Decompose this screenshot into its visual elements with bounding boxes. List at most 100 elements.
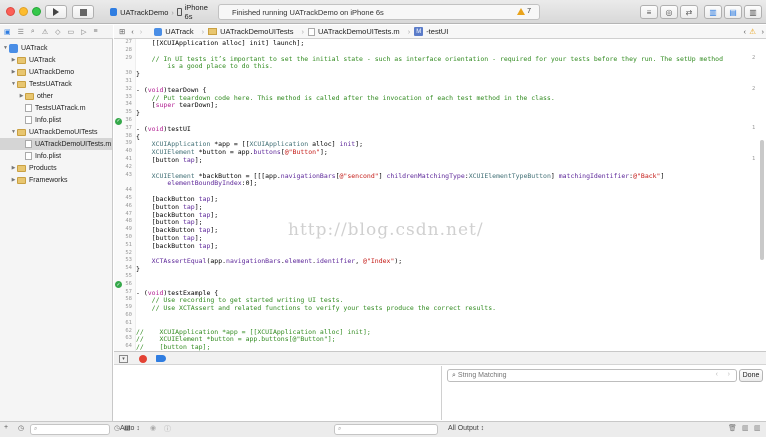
file-icon [25,104,32,112]
next-issue-icon[interactable]: › [762,27,765,36]
breadcrumb-method[interactable]: M -testUI [414,27,448,36]
warning-count: 7 [527,8,531,15]
folder-icon [17,128,26,136]
trash-icon[interactable]: 🗑 [728,424,737,432]
back-arrow-icon[interactable]: ‹ [131,27,134,36]
previous-match-icon[interactable]: ‹ [716,371,718,378]
version-editor-button[interactable]: ⇄ [680,5,698,19]
issue-icon[interactable]: ⚠ [42,28,48,36]
code-token: tearDown]; [175,101,219,110]
code-token: [[XCUIApplication alloc] init] launch]; [136,39,305,47]
scheme-selector[interactable]: UATrackDemo › iPhone 6s [110,3,214,21]
source-editor[interactable]: [[XCUIApplication alloc] init] launch]; … [136,39,756,351]
variables-filter-field[interactable]: ⌕ [334,424,438,435]
disclosure-open-icon[interactable]: ▼ [10,81,17,87]
symbol-icon[interactable]: ☰ [18,28,24,36]
test-passed-icon[interactable]: ✓ [115,281,122,289]
line-number: 34 [125,101,132,108]
toggle-navigator-button[interactable]: ▥ [704,5,722,19]
folder-icon [17,176,26,184]
code-line: // Use recording to get started writing … [136,296,344,304]
project-navigator: ▼ UATrack ▶ UATrack ▶ UATrackDemo ▼ TestsUATrac… [0,39,113,422]
issue-count: 2 [752,85,756,92]
bottom-panel-icon: ▤ [729,7,737,17]
navigator-item[interactable]: ▼ TestsUATrack [0,78,112,90]
breakpoint-icon[interactable]: ▷ [81,28,86,36]
right-panel-icon: ▥ [749,7,757,17]
navigator-item[interactable]: Info.plist [0,114,112,126]
code-token: XCUIApplication [151,140,211,149]
code-line: [backButton tap]; [136,195,219,203]
auto-variables-selector[interactable]: Auto ↕ [120,425,140,432]
chevron-right-icon: › [201,27,205,36]
navigator-item[interactable]: ▶ UATrack [0,54,112,66]
breakpoint-flag-icon[interactable] [156,355,166,362]
navigator-item[interactable]: Info.plist [0,150,112,162]
navigator-item[interactable]: ▶ Products [0,162,112,174]
hide-debug-area-icon[interactable]: ▾ [119,355,128,363]
line-number: 60 [125,312,132,318]
disclosure-closed-icon[interactable]: ▶ [18,93,25,99]
forward-arrow-icon[interactable]: › [140,27,143,36]
folder-icon [208,28,218,35]
report-icon[interactable]: ≡ [94,28,98,35]
eye-icon[interactable]: ◉ [150,424,156,432]
code-token: is a good place to do this. [136,62,273,71]
navigator-item[interactable]: TestsUATrack.m [0,102,112,114]
search-icon: ⌕ [452,371,456,379]
disclosure-open-icon[interactable]: ▼ [2,45,9,51]
breakpoints-toggle-icon[interactable] [139,355,147,363]
navigator-item[interactable]: ▶ other [0,90,112,102]
output-filter-selector[interactable]: All Output ↕ [448,425,484,432]
editor-scrollbar[interactable] [760,140,764,260]
code-token: ); [394,257,403,266]
history-icon[interactable]: ◷ [18,424,24,432]
disclosure-closed-icon[interactable]: ▶ [10,165,17,171]
file-icon [25,140,32,148]
done-button[interactable]: Done [739,369,763,382]
previous-issue-icon[interactable]: ‹ [744,27,747,36]
assistant-editor-button[interactable]: ◎ [660,5,678,19]
navigator-item[interactable]: ▼ UATrackDemoUITests [0,126,112,138]
breadcrumb-file[interactable]: UATrackDemoUITests.m [308,27,400,36]
disclosure-closed-icon[interactable]: ▶ [10,69,17,75]
navigator-item[interactable]: ▶ Frameworks [0,174,112,186]
navigator-item[interactable]: ▶ UATrackDemo [0,66,112,78]
minimize-window-button[interactable] [19,7,28,16]
test-icon[interactable]: ◇ [55,28,60,36]
navigator-item-label: TestsUATrack [29,80,72,88]
issue-count: 2 [752,54,756,61]
info-icon[interactable]: ⓘ [164,424,171,434]
test-passed-icon[interactable]: ✓ [115,117,122,125]
standard-editor-button[interactable]: ≡ [640,5,658,19]
navigator-item[interactable]: UATrackDemoUITests.m [0,138,112,150]
search-icon[interactable]: ⌕ [31,28,35,36]
next-match-icon[interactable]: › [728,371,730,378]
console-search-input[interactable] [457,372,698,379]
run-button[interactable] [45,5,67,19]
stop-button[interactable] [72,5,94,19]
disclosure-closed-icon[interactable]: ▶ [10,177,17,183]
split-right-icon[interactable]: ▥ [754,424,761,432]
close-window-button[interactable] [6,7,15,16]
disclosure-closed-icon[interactable]: ▶ [10,57,17,63]
related-items-icon[interactable]: ⊞ [119,27,125,36]
console-search-field[interactable]: ⌕ ‹ › [447,369,737,382]
breadcrumb-group[interactable]: UATrackDemoUITests [208,27,294,36]
navigator-item[interactable]: ▼ UATrack [0,42,112,54]
toggle-debug-area-button[interactable]: ▤ [724,5,742,19]
navigator-item-label: Info.plist [35,116,62,124]
breadcrumb-project[interactable]: UATrack [154,27,194,36]
folder-icon[interactable]: ▣ [4,28,11,36]
bottom-filter-bar: + ◷ ⌕ ◷ ▦ Auto ↕ ◉ ⓘ ⌕ All Output ↕ 🗑 ▥ … [0,421,766,437]
warning-icon[interactable]: ⚠ [749,27,756,36]
navigator-filter-field[interactable]: ⌕ [30,424,110,435]
zoom-window-button[interactable] [32,7,41,16]
debug-icon[interactable]: ▭ [68,28,75,36]
warning-badge[interactable]: 7 [517,8,531,15]
disclosure-open-icon[interactable]: ▼ [10,129,17,135]
code-token: tap [198,210,211,219]
split-icon[interactable]: ▥ [742,424,749,432]
toggle-utilities-button[interactable]: ▥ [744,5,762,19]
add-icon[interactable]: + [4,424,8,431]
